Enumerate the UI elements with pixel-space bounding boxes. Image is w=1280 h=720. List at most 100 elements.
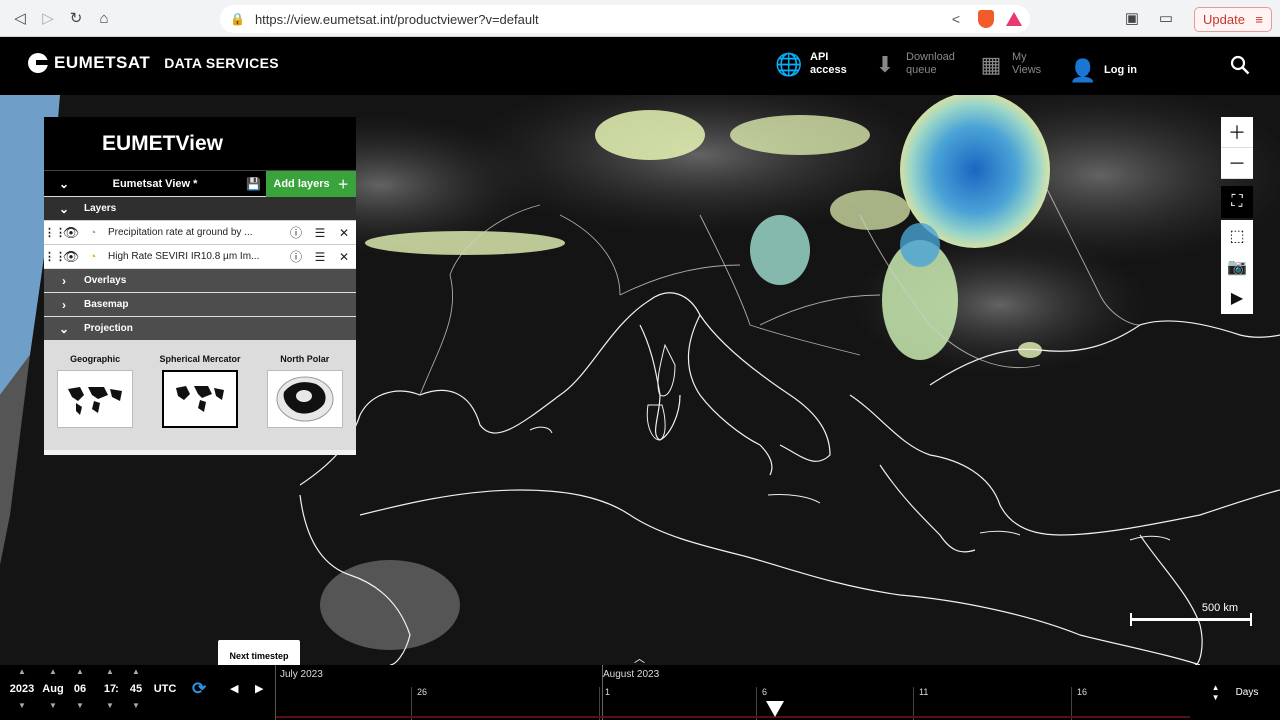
day-value: 06 (73, 683, 87, 695)
unit-stepper-icon[interactable]: ▲ ▼ (1212, 683, 1220, 703)
save-icon[interactable]: 💾 (246, 177, 266, 191)
caret-down-icon[interactable]: ▼ (38, 699, 68, 713)
close-icon[interactable]: ✕ (332, 226, 356, 240)
eye-icon[interactable]: 👁 (60, 249, 82, 265)
section-layers[interactable]: ⌄ Layers (44, 196, 356, 220)
scale-label: 500 km (1201, 602, 1238, 614)
info-icon[interactable]: ⓘ (284, 248, 308, 265)
chevron-up-icon[interactable]: ︿ (634, 650, 645, 666)
api-access-link[interactable]: 🌐 API access (775, 51, 846, 77)
forward-icon[interactable]: ▷ (34, 4, 62, 32)
day-spinner[interactable]: ▲ 06 ▼ (65, 665, 95, 713)
section-name: DATA SERVICES (164, 55, 279, 71)
polar-map-thumb-icon (266, 370, 343, 428)
caret-up-icon[interactable]: ▲ (7, 665, 37, 679)
minute-spinner[interactable]: ▲ 45 ▼ (121, 665, 151, 713)
zoom-to-selection-icon[interactable]: ⬚ (1221, 220, 1253, 251)
clock-icon: ◔ (89, 250, 97, 263)
share-icon[interactable]: < (952, 11, 960, 27)
drag-handle-icon[interactable]: ⋮⋮ (44, 226, 66, 239)
home-icon[interactable]: ⌂ (90, 4, 118, 32)
available-data-range (276, 716, 1190, 718)
plus-icon: ＋ (337, 178, 349, 191)
time-unit-selector[interactable]: ▲ ▼ Days (1190, 665, 1280, 720)
caret-up-icon[interactable]: ▲ (65, 665, 95, 679)
brave-shield-icon[interactable] (978, 10, 994, 28)
layer-row[interactable]: ⋮⋮ 👁 ◔ High Rate SEVIRI IR10.8 µm Im... … (44, 244, 356, 268)
wallet-icon[interactable]: ▭ (1152, 4, 1180, 32)
world-map-thumb-icon (161, 370, 238, 428)
fullscreen-icon[interactable]: ⛶ (1221, 186, 1253, 218)
section-overlays[interactable]: › Overlays (44, 268, 356, 292)
camera-icon[interactable]: 📷 (1221, 251, 1253, 282)
eumetsat-logo[interactable]: EUMETSAT DATA SERVICES (28, 53, 279, 73)
projection-label: North Polar (280, 354, 330, 364)
previous-timestep-icon[interactable]: ◀ (230, 682, 238, 695)
download-line2: queue (906, 64, 937, 76)
login-link[interactable]: 👤 Log in (1069, 57, 1137, 83)
projection-north-polar[interactable]: North Polar (266, 354, 343, 450)
zoom-in-button[interactable]: ＋ (1221, 117, 1253, 148)
caret-up-icon[interactable]: ▲ (38, 665, 68, 679)
caret-up-icon[interactable]: ▲ (121, 665, 151, 679)
time-cursor-icon[interactable] (766, 701, 784, 717)
timeline[interactable]: July 2023 August 2023 26 1 6 11 16 (275, 665, 1190, 720)
reload-icon[interactable]: ↻ (62, 4, 90, 32)
update-button[interactable]: Update ≡ (1194, 7, 1272, 32)
info-icon[interactable]: ⓘ (284, 224, 308, 241)
browser-toolbar: ◁ ▷ ↻ ⌂ ▯ 🔒 https://view.eumetsat.int/pr… (0, 0, 1280, 37)
my-views-link[interactable]: ▦ My Views (978, 51, 1042, 77)
scale-bar (1130, 613, 1252, 626)
chevron-down-icon[interactable]: ⌄ (44, 177, 84, 191)
refresh-icon[interactable]: ⟳ (192, 679, 206, 699)
layer-row[interactable]: ⋮⋮ 👁 ◔ Precipitation rate at ground by .… (44, 220, 356, 244)
projection-geographic[interactable]: Geographic (57, 354, 134, 450)
month-spinner[interactable]: ▲ Aug ▼ (38, 665, 68, 713)
section-overlays-label: Overlays (84, 275, 127, 286)
layer-panel: EUMETView ⌄ Eumetsat View * 💾 Add layers… (44, 117, 356, 455)
year-spinner[interactable]: ▲ 2023 ▼ (7, 665, 37, 713)
panel-title: EUMETView (44, 117, 356, 170)
url-text: https://view.eumetsat.int/productviewer?… (254, 11, 539, 27)
zoom-controls: ＋ － (1221, 117, 1253, 179)
download-queue-link[interactable]: ⬇ Download queue (872, 51, 955, 77)
settings-sliders-icon[interactable]: ☰ (308, 226, 332, 240)
next-timestep-icon[interactable]: ▶ (255, 682, 263, 695)
download-icon: ⬇ (875, 51, 895, 77)
projection-label: Spherical Mercator (159, 354, 241, 364)
close-icon[interactable]: ✕ (332, 250, 356, 264)
settings-sliders-icon[interactable]: ☰ (308, 250, 332, 264)
add-layers-button[interactable]: Add layers ＋ (266, 170, 356, 197)
back-icon[interactable]: ◁ (6, 4, 34, 32)
timezone: UTC (150, 665, 180, 699)
views-line2: Views (1012, 64, 1042, 76)
caret-down-icon[interactable]: ▼ (121, 699, 151, 713)
section-basemap[interactable]: › Basemap (44, 292, 356, 316)
address-bar[interactable]: 🔒 https://view.eumetsat.int/productviewe… (220, 5, 1030, 33)
brand-name: EUMETSAT (54, 53, 151, 72)
chevron-down-icon: ⌄ (58, 321, 70, 336)
logo-mark-icon (28, 53, 50, 73)
view-name[interactable]: Eumetsat View * (84, 178, 246, 190)
projection-spherical-mercator[interactable]: Spherical Mercator (159, 354, 241, 450)
video-camera-icon[interactable]: ▶ (1221, 282, 1253, 313)
section-layers-label: Layers (84, 203, 117, 214)
globe-icon: 🌐 (775, 51, 803, 77)
drag-handle-icon[interactable]: ⋮⋮ (44, 250, 66, 263)
section-projection-label: Projection (84, 323, 133, 334)
zoom-out-button[interactable]: － (1221, 148, 1253, 179)
map-action-tools: ⬚ 📷 ▶ (1221, 220, 1253, 314)
projection-label: Geographic (70, 354, 121, 364)
brave-rewards-icon[interactable] (1006, 12, 1022, 26)
sidebar-icon[interactable]: ▣ (1118, 4, 1146, 32)
time-unit-label: Days (1235, 687, 1259, 698)
section-projection[interactable]: ⌄ Projection (44, 316, 356, 340)
map-scale: 500 km (1128, 600, 1254, 626)
caret-down-icon[interactable]: ▼ (7, 699, 37, 713)
month-value: Aug (42, 683, 64, 695)
eye-icon[interactable]: 👁 (60, 225, 82, 241)
time-bar: ▲ 2023 ▼ ▲ Aug ▼ ▲ 06 ▼ ▲ 17 ▼ : ▲ 45 ▼ … (0, 665, 1280, 720)
search-icon[interactable] (1230, 55, 1250, 75)
view-row: ⌄ Eumetsat View * 💾 Add layers ＋ (44, 170, 356, 197)
caret-down-icon[interactable]: ▼ (65, 699, 95, 713)
